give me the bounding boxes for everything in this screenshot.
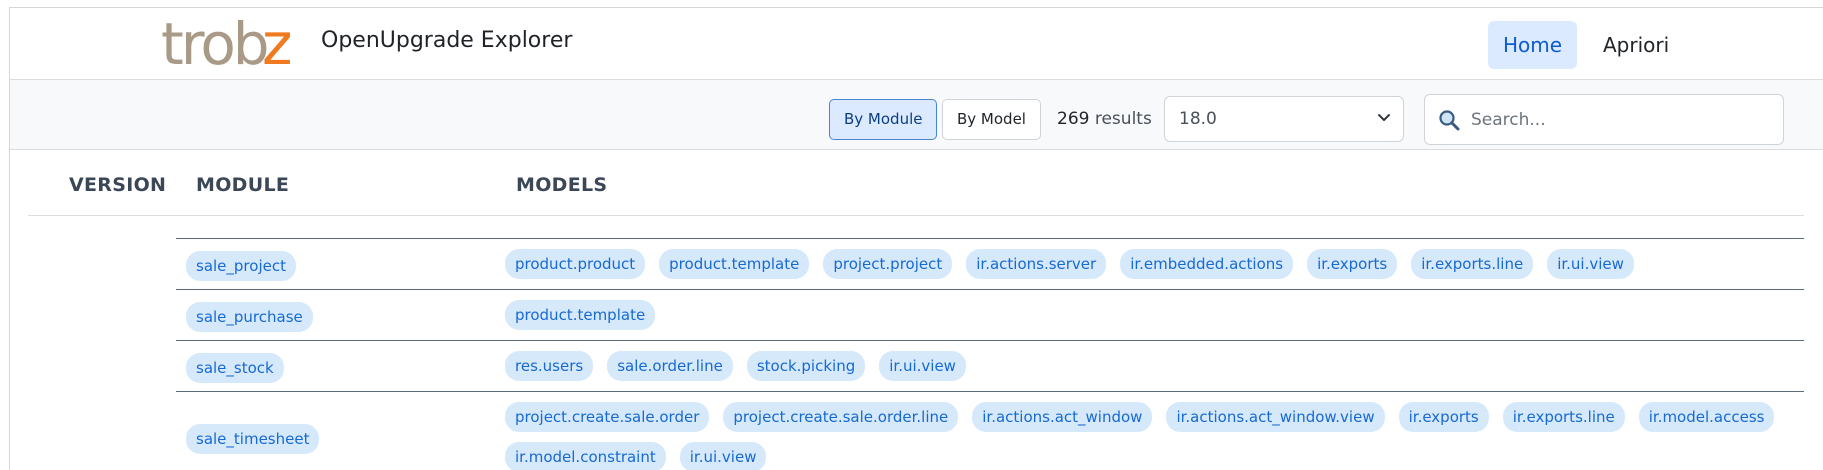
chevron-down-icon: [1378, 114, 1390, 121]
model-tag-list: project.create.sale.order project.create…: [505, 402, 1795, 470]
model-tag[interactable]: ir.actions.act_window.view: [1166, 402, 1385, 432]
table-body: sale_project product.product product.tem…: [10, 216, 1823, 470]
by-module-button[interactable]: By Module: [829, 99, 938, 140]
model-tag[interactable]: ir.ui.view: [1547, 249, 1634, 279]
nav-apriori[interactable]: Apriori: [1588, 21, 1684, 69]
result-count: 269 results: [1057, 109, 1152, 129]
model-tag[interactable]: ir.actions.server: [966, 249, 1107, 279]
model-tag[interactable]: product.template: [505, 300, 656, 330]
model-tag-list: product.template: [505, 300, 1795, 330]
result-count-suffix: results: [1089, 109, 1152, 129]
model-tag[interactable]: ir.exports: [1307, 249, 1398, 279]
version-select[interactable]: 18.0: [1164, 96, 1404, 142]
by-model-button[interactable]: By Model: [942, 99, 1041, 140]
model-tag[interactable]: ir.embedded.actions: [1120, 249, 1294, 279]
toolbar: By Module By Model 269 results 18.0: [10, 80, 1823, 150]
model-tag[interactable]: ir.exports.line: [1502, 402, 1625, 432]
module-tag[interactable]: sale_timesheet: [186, 424, 320, 454]
column-header-module[interactable]: MODULE: [196, 174, 289, 196]
table-row[interactable]: sale_project product.product product.tem…: [176, 238, 1804, 289]
result-count-number: 269: [1057, 109, 1090, 129]
model-tag[interactable]: project.project: [823, 249, 953, 279]
model-tag[interactable]: sale.order.line: [607, 351, 733, 381]
nav-home[interactable]: Home: [1488, 21, 1578, 69]
model-tag[interactable]: ir.actions.act_window: [972, 402, 1153, 432]
model-tag[interactable]: ir.model.constraint: [505, 442, 666, 470]
app-frame: trob z OpenUpgrade Explorer Home Apriori…: [9, 7, 1823, 470]
model-tag[interactable]: stock.picking: [746, 351, 866, 381]
column-header-version[interactable]: VERSION: [69, 174, 166, 196]
model-tag[interactable]: ir.exports: [1398, 402, 1489, 432]
brand-logo[interactable]: trob z: [161, 17, 308, 73]
module-tag[interactable]: sale_purchase: [186, 302, 313, 332]
model-tag[interactable]: ir.exports.line: [1411, 249, 1534, 279]
table-row[interactable]: sale_purchase product.template: [176, 289, 1804, 340]
model-tag-list: res.users sale.order.line stock.picking …: [505, 351, 1795, 381]
search-box[interactable]: [1424, 94, 1784, 145]
model-tag[interactable]: product.product: [505, 249, 646, 279]
model-tag-list: product.product product.template project…: [505, 249, 1795, 279]
model-tag[interactable]: product.template: [659, 249, 810, 279]
model-tag[interactable]: ir.model.access: [1638, 402, 1775, 432]
table-row[interactable]: sale_stock res.users sale.order.line sto…: [176, 340, 1804, 391]
model-tag[interactable]: res.users: [505, 351, 594, 381]
model-tag[interactable]: ir.ui.view: [879, 351, 966, 381]
module-tag[interactable]: sale_project: [186, 251, 296, 281]
column-header-models[interactable]: MODELS: [516, 174, 607, 196]
svg-text:trob: trob: [161, 17, 267, 73]
navbar: trob z OpenUpgrade Explorer Home Apriori: [10, 8, 1823, 80]
module-tag[interactable]: sale_stock: [186, 353, 284, 383]
app-title: OpenUpgrade Explorer: [321, 28, 573, 53]
table-row[interactable]: sale_timesheet project.create.sale.order…: [176, 391, 1804, 470]
search-icon: [1439, 110, 1460, 131]
model-tag[interactable]: project.create.sale.order: [505, 402, 710, 432]
version-select-value: 18.0: [1179, 109, 1217, 129]
trobz-logo-icon: trob z: [161, 17, 292, 73]
model-tag[interactable]: ir.ui.view: [679, 442, 767, 470]
svg-text:z: z: [262, 17, 292, 73]
model-tag[interactable]: project.create.sale.order.line: [723, 402, 959, 432]
table-header: VERSION MODULE MODELS: [28, 150, 1804, 216]
search-input[interactable]: [1471, 103, 1771, 137]
